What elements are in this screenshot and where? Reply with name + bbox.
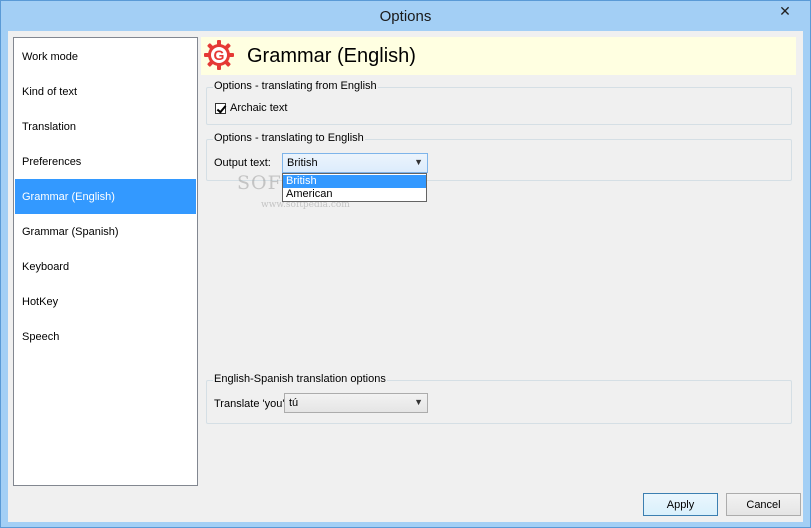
title-bar[interactable]: Options ✕ (1, 1, 810, 31)
svg-text:G: G (214, 47, 225, 63)
nav-item-preferences[interactable]: Preferences (15, 144, 196, 179)
nav-item-work-mode[interactable]: Work mode (15, 39, 196, 74)
page-title: Grammar (English) (247, 45, 416, 67)
section-header: G Grammar (English) (201, 37, 796, 75)
translate-you-label: Translate 'you' (214, 398, 285, 410)
nav-item-hotkey[interactable]: HotKey (15, 284, 196, 319)
archaic-text-checkbox[interactable] (215, 103, 226, 114)
apply-button[interactable]: Apply (643, 493, 718, 516)
window-title: Options (379, 8, 432, 25)
chevron-down-icon: ▼ (414, 397, 423, 407)
nav-item-speech[interactable]: Speech (15, 319, 196, 354)
category-list[interactable]: Work mode Kind of text Translation Prefe… (13, 37, 198, 486)
dialog-body: Work mode Kind of text Translation Prefe… (8, 31, 803, 522)
nav-item-grammar-english[interactable]: Grammar (English) (15, 179, 196, 214)
grammar-logo-icon: G (204, 40, 234, 70)
dropdown-option-american[interactable]: American (283, 188, 426, 201)
group-from-english: Options - translating from English Archa… (206, 80, 792, 125)
group-english-spanish: English-Spanish translation options Tran… (206, 373, 792, 424)
close-icon[interactable]: ✕ (764, 1, 806, 21)
options-window: Options ✕ Work mode Kind of text Transla… (0, 0, 811, 528)
nav-item-keyboard[interactable]: Keyboard (15, 249, 196, 284)
archaic-text-label[interactable]: Archaic text (230, 102, 287, 114)
nav-item-grammar-spanish[interactable]: Grammar (Spanish) (15, 214, 196, 249)
nav-item-kind-of-text[interactable]: Kind of text (15, 74, 196, 109)
translate-you-select[interactable]: tú ▼ (284, 393, 428, 413)
output-text-dropdown-list[interactable]: British American (282, 173, 427, 202)
group-english-spanish-legend: English-Spanish translation options (213, 373, 387, 385)
chevron-down-icon: ▼ (414, 157, 423, 167)
group-from-english-legend: Options - translating from English (213, 80, 378, 92)
output-text-select[interactable]: British ▼ (282, 153, 428, 173)
translate-you-value: tú (289, 397, 299, 409)
nav-item-translation[interactable]: Translation (15, 109, 196, 144)
output-text-label: Output text: (214, 157, 271, 169)
dropdown-option-british[interactable]: British (283, 175, 426, 188)
output-text-value: British (287, 157, 318, 169)
cancel-button[interactable]: Cancel (726, 493, 801, 516)
group-to-english-legend: Options - translating to English (213, 132, 365, 144)
